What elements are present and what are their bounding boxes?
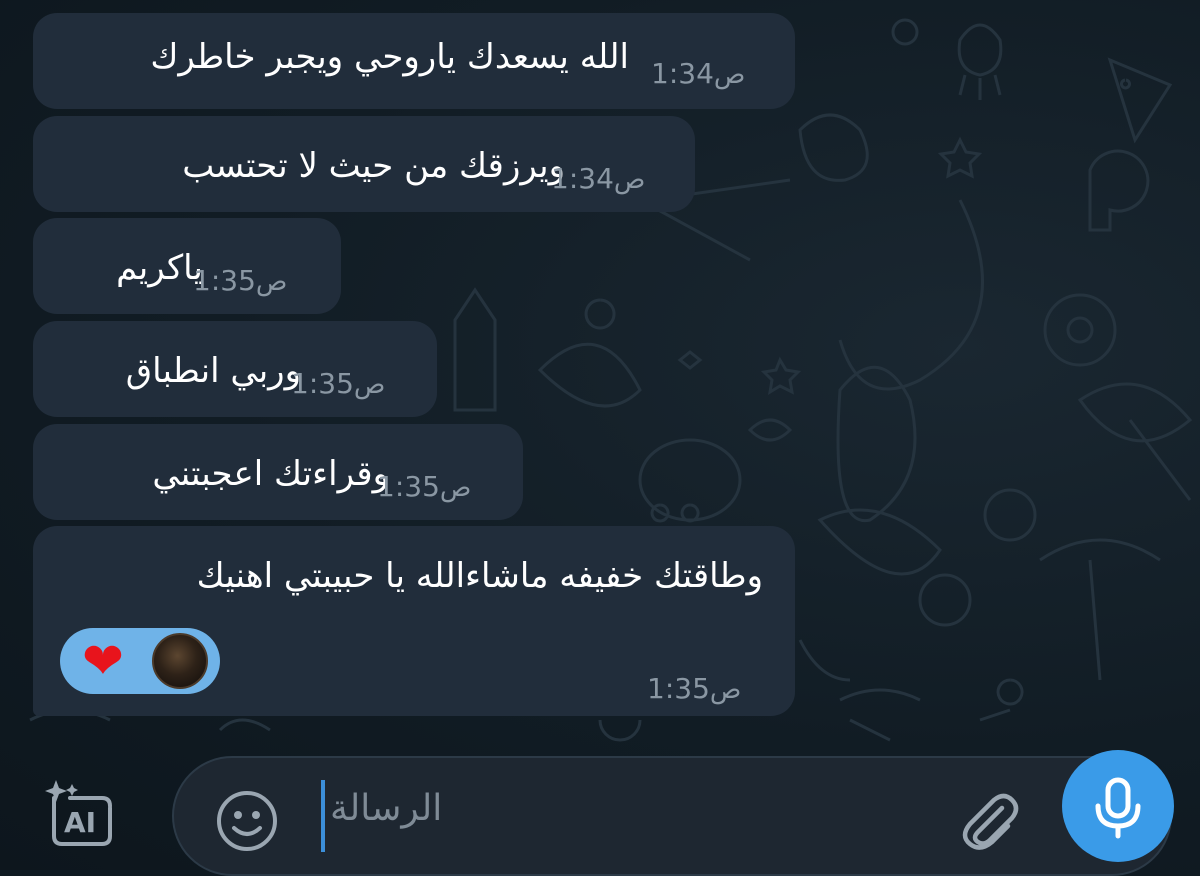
ai-button[interactable]: AI [44, 778, 120, 854]
paperclip-icon [962, 793, 1019, 850]
message-time: ص1:35 [193, 264, 301, 297]
message-text: ياكريم [116, 248, 203, 288]
message-text: وطاقتك خفيفه ماشاءالله يا حبيبتي اهنيك [196, 556, 763, 596]
time-suffix: ص [713, 60, 746, 90]
text-cursor [321, 780, 325, 852]
time-suffix: ص [709, 675, 742, 705]
time-value: 1:35 [377, 470, 440, 503]
heart-icon: ❤ [82, 632, 124, 690]
time-value: 1:35 [647, 672, 710, 705]
message-bubble[interactable]: الله يسعدك ياروحي ويجبر خاطرك ص1:34 [33, 13, 795, 109]
message-reactions[interactable]: ❤ [60, 628, 220, 694]
time-value: 1:34 [651, 57, 714, 90]
microphone-icon [1095, 777, 1141, 839]
time-value: 1:35 [193, 264, 256, 297]
time-suffix: ص [439, 473, 472, 503]
message-bubble[interactable]: ويرزقك من حيث لا تحتسب ص1:34 [33, 116, 695, 212]
voice-message-button[interactable] [1062, 750, 1174, 862]
message-time: ص1:34 [551, 162, 659, 195]
composer-bar: AI الرسالة [0, 740, 1200, 876]
message-composer: الرسالة [172, 756, 1172, 876]
time-value: 1:35 [291, 367, 354, 400]
message-input[interactable] [330, 788, 830, 838]
smiley-icon [217, 791, 277, 851]
reactor-avatar [152, 633, 208, 689]
message-bubble[interactable]: وربي انطباق ص1:35 [33, 321, 437, 417]
emoji-button[interactable] [214, 788, 280, 854]
message-text: وقراءتك اعجبتني [152, 454, 389, 494]
time-suffix: ص [353, 370, 386, 400]
time-suffix: ص [255, 267, 288, 297]
message-time: ص1:34 [651, 57, 759, 90]
message-time: ص1:35 [377, 470, 485, 503]
message-text: الله يسعدك ياروحي ويجبر خاطرك [150, 37, 629, 77]
message-bubble[interactable]: ياكريم ص1:35 [33, 218, 341, 314]
ai-icon: AI [45, 780, 112, 846]
time-suffix: ص [613, 165, 646, 195]
message-time: ص1:35 [647, 672, 755, 705]
message-time: ص1:35 [291, 367, 399, 400]
time-value: 1:34 [551, 162, 614, 195]
message-text: ويرزقك من حيث لا تحتسب [182, 146, 565, 186]
attach-button[interactable] [954, 786, 1022, 854]
message-text: وربي انطباق [125, 351, 301, 391]
ai-label: AI [64, 806, 96, 839]
message-bubble[interactable]: وقراءتك اعجبتني ص1:35 [33, 424, 523, 520]
